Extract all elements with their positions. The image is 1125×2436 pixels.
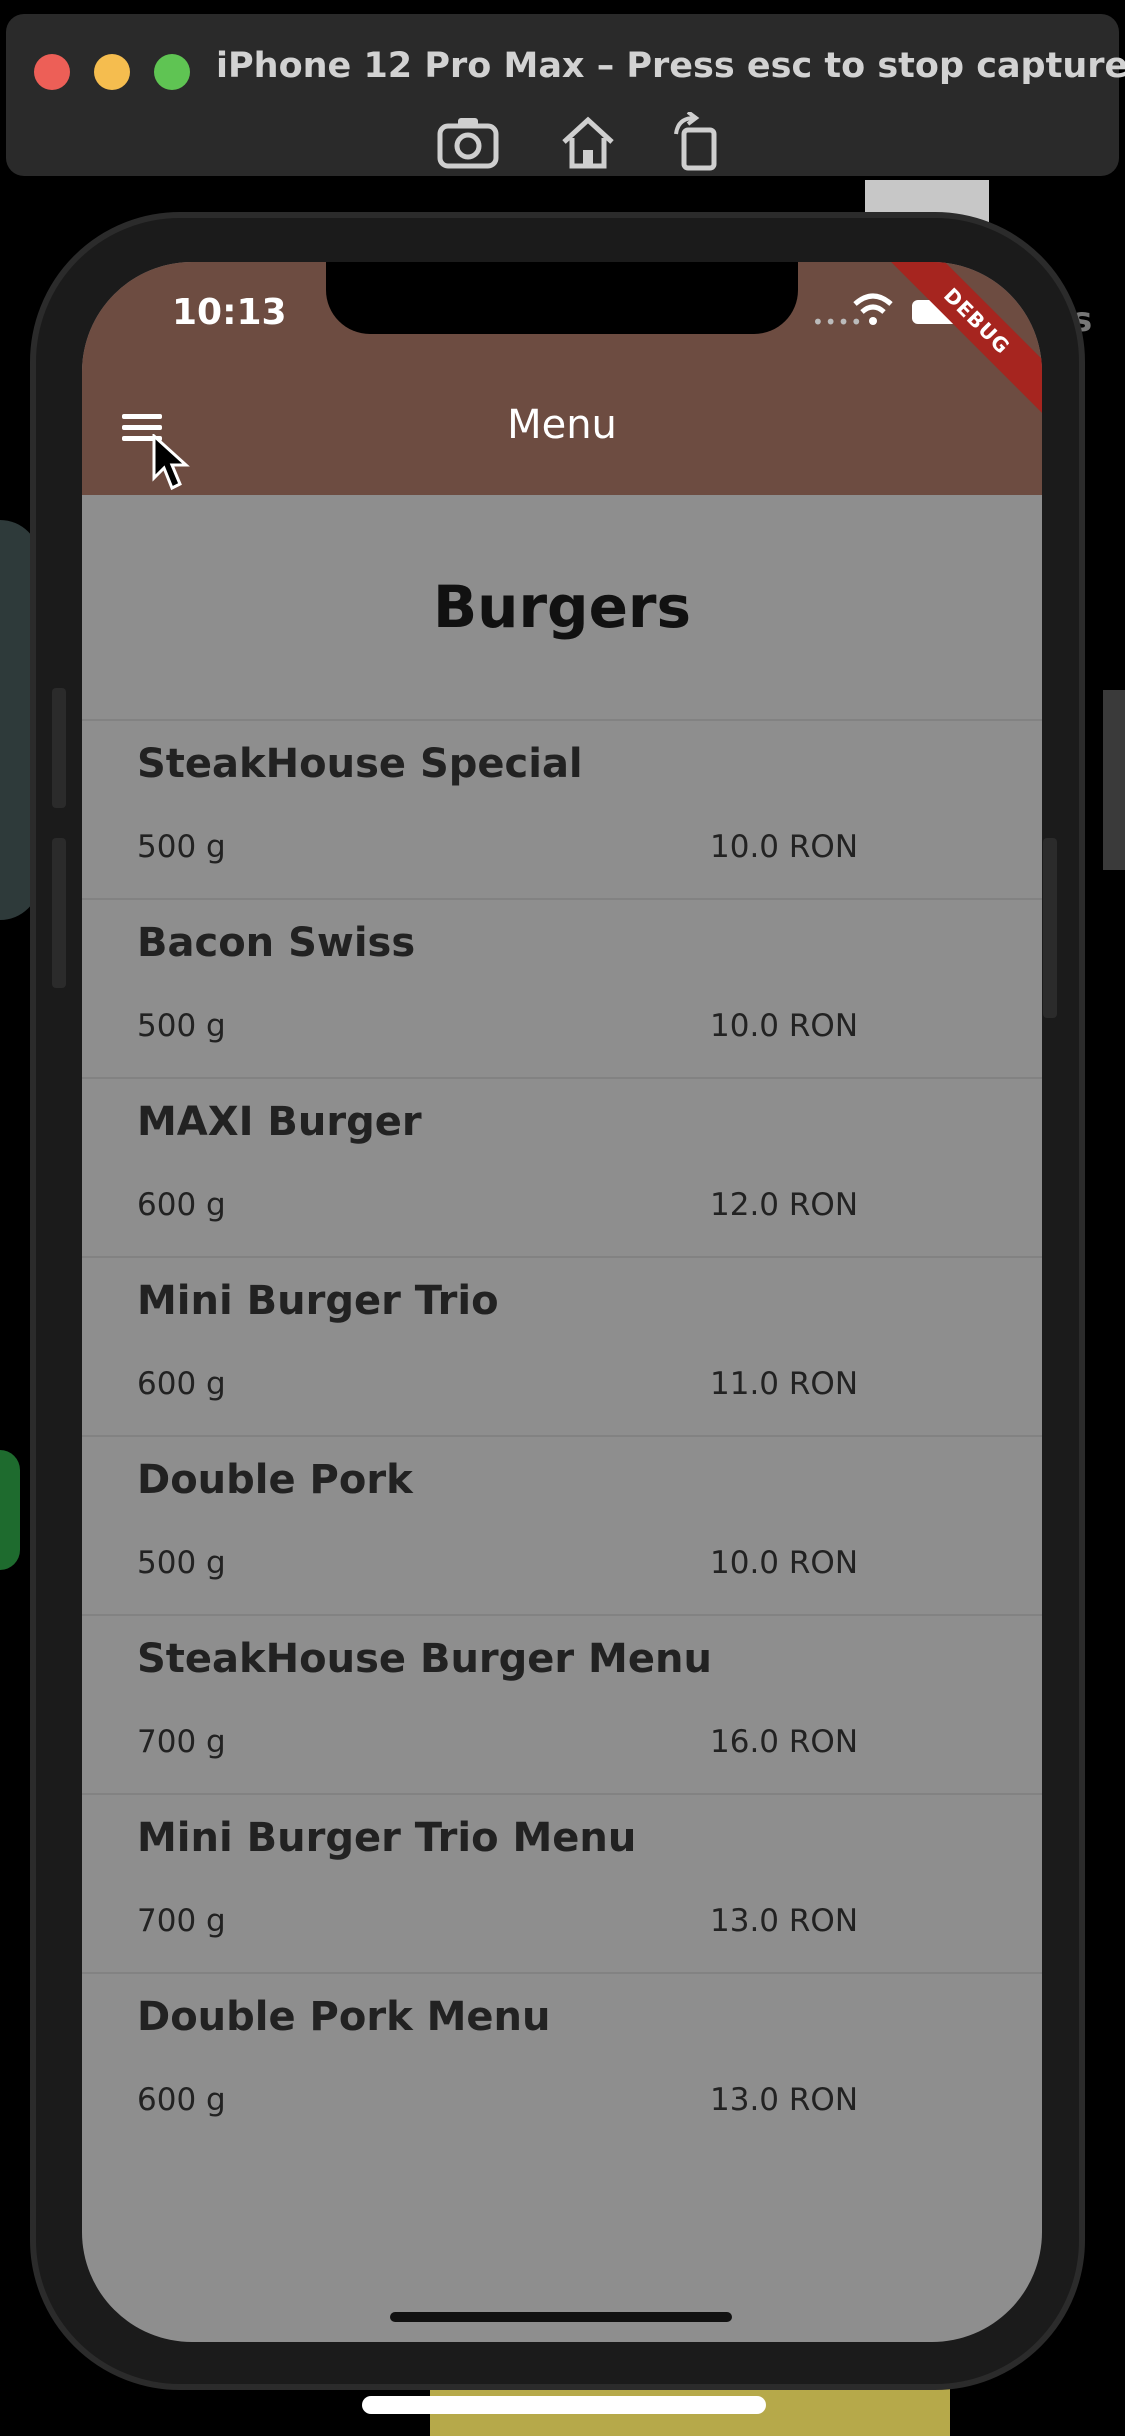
item-name: Double Pork Menu	[137, 1994, 551, 2040]
phone-screen: 10:13 •••• DEBUG Menu Burgers SteakHouse…	[82, 262, 1042, 2342]
app-bar: 10:13 •••• DEBUG Menu	[82, 262, 1042, 495]
item-name: Bacon Swiss	[137, 920, 416, 966]
item-weight: 600 g	[137, 1366, 226, 1402]
item-weight: 600 g	[137, 2082, 226, 2118]
item-price: 13.0 RON	[710, 2082, 859, 2118]
background-fragment	[1103, 690, 1125, 870]
capture-toolbar: iPhone 12 Pro Max – Press esc to stop ca…	[6, 14, 1125, 176]
list-item[interactable]: Double Pork 500 g 10.0 RON	[82, 1435, 1042, 1614]
list-item[interactable]: MAXI Burger 600 g 12.0 RON	[82, 1077, 1042, 1256]
section-title: Burgers	[432, 573, 692, 641]
power-button	[1043, 838, 1057, 1018]
item-weight: 500 g	[137, 829, 226, 865]
item-name: Mini Burger Trio Menu	[137, 1815, 637, 1861]
item-weight: 500 g	[137, 1008, 226, 1044]
list-item[interactable]: Bacon Swiss 500 g 10.0 RON	[82, 898, 1042, 1077]
item-name: Mini Burger Trio	[137, 1278, 499, 1324]
list-item[interactable]: Mini Burger Trio Menu 700 g 13.0 RON	[82, 1793, 1042, 1972]
camera-icon[interactable]	[436, 112, 500, 172]
capture-title: iPhone 12 Pro Max – Press esc to stop ca…	[216, 46, 1125, 86]
list-item[interactable]: Double Pork Menu 600 g 13.0 RON	[82, 1972, 1042, 2151]
volume-button	[52, 838, 66, 988]
wifi-icon	[853, 293, 893, 325]
mouse-cursor-icon	[152, 434, 190, 491]
item-price: 10.0 RON	[710, 829, 859, 865]
item-weight: 700 g	[137, 1903, 226, 1939]
window-home-bar	[362, 2396, 766, 2414]
item-price: 12.0 RON	[710, 1187, 859, 1223]
item-weight: 500 g	[137, 1545, 226, 1581]
item-price: 13.0 RON	[710, 1903, 859, 1939]
list-item[interactable]: Mini Burger Trio 600 g 11.0 RON	[82, 1256, 1042, 1435]
list-item[interactable]: SteakHouse Burger Menu 700 g 16.0 RON	[82, 1614, 1042, 1793]
item-price: 10.0 RON	[710, 1008, 859, 1044]
background-fragment	[0, 1450, 20, 1570]
app-title: Menu	[507, 402, 617, 448]
close-window-button[interactable]	[34, 54, 70, 90]
item-name: Double Pork	[137, 1457, 413, 1503]
menu-list: Burgers SteakHouse Special 500 g 10.0 RON B…	[82, 495, 1042, 2151]
list-item[interactable]: SteakHouse Special 500 g 10.0 RON	[82, 719, 1042, 898]
items-container: SteakHouse Special 500 g 10.0 RON Bacon Swi…	[82, 719, 1042, 2151]
item-name: SteakHouse Special	[137, 741, 583, 787]
zoom-window-button[interactable]	[154, 54, 190, 90]
home-icon[interactable]	[556, 112, 620, 172]
item-price: 16.0 RON	[710, 1724, 859, 1760]
item-weight: 600 g	[137, 1187, 226, 1223]
home-indicator[interactable]	[390, 2312, 732, 2322]
notch	[326, 262, 798, 334]
item-name: MAXI Burger	[137, 1099, 422, 1145]
minimize-window-button[interactable]	[94, 54, 130, 90]
mute-switch	[52, 688, 66, 808]
status-time: 10:13	[172, 292, 287, 333]
item-name: SteakHouse Burger Menu	[137, 1636, 712, 1682]
item-price: 10.0 RON	[710, 1545, 859, 1581]
item-price: 11.0 RON	[710, 1366, 859, 1402]
item-weight: 700 g	[137, 1724, 226, 1760]
rotate-icon[interactable]	[666, 110, 730, 172]
debug-banner: DEBUG	[875, 262, 1042, 423]
